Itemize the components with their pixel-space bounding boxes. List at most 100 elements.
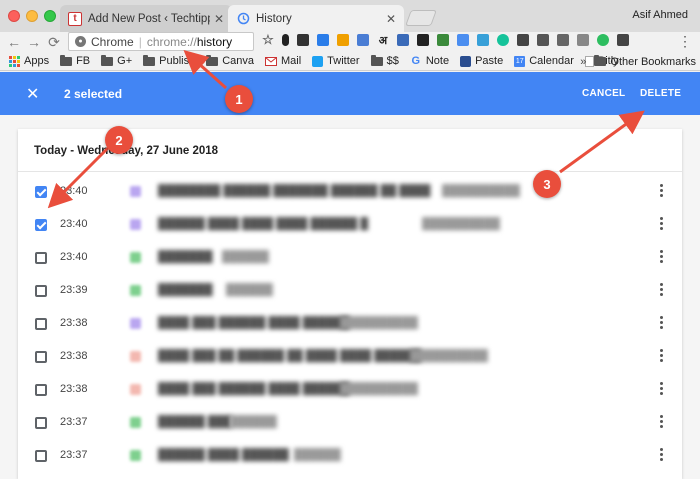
visit-title-blurred[interactable]: ██████ ████ ████ ████ ██████ █ [158, 218, 368, 230]
layers-extension-icon[interactable] [417, 34, 429, 46]
clear-selection-icon[interactable]: ✕ [26, 84, 39, 104]
site-favicon-icon [130, 384, 141, 395]
history-row[interactable]: 23:40 ██████ ████ ████ ████ ██████ █ ███… [18, 209, 682, 242]
reload-icon[interactable]: ⟳ [44, 32, 64, 52]
bookmark-note[interactable]: G Note [410, 55, 450, 67]
close-tab-icon[interactable]: ✕ [214, 12, 224, 26]
bookmark-apps[interactable]: Apps [8, 55, 49, 67]
leaf-extension-icon[interactable] [437, 34, 449, 46]
new-tab-button[interactable] [405, 10, 437, 26]
bookmark-money[interactable]: $$ [370, 54, 399, 67]
url-scheme: chrome:// [146, 34, 197, 49]
microphone-icon[interactable] [282, 34, 289, 46]
row-checkbox[interactable] [35, 219, 47, 231]
more-actions-icon[interactable] [658, 415, 664, 430]
history-row[interactable]: 23:38 ████ ███ ██████ ████ ██████ ██████… [18, 308, 682, 341]
row-checkbox[interactable] [35, 384, 47, 396]
row-checkbox[interactable] [35, 351, 47, 363]
bookmark-fb[interactable]: FB [60, 54, 91, 67]
bookmark-publish[interactable]: Publish [143, 54, 196, 67]
visit-title-blurred[interactable]: ██████ ████ ██████ [158, 449, 289, 461]
more-actions-icon[interactable] [658, 184, 664, 199]
visit-title-blurred[interactable]: ███████ [158, 284, 213, 296]
row-checkbox[interactable] [35, 450, 47, 462]
visit-title-blurred[interactable]: ███████ [158, 251, 213, 263]
visit-domain-blurred: ██████ [230, 416, 277, 428]
bookmark-label: FB [76, 55, 91, 67]
more-actions-icon[interactable] [658, 349, 664, 364]
megaphone-icon[interactable] [297, 34, 309, 46]
pencil-extension-icon[interactable] [317, 34, 329, 46]
bookmark-extension-icon[interactable] [517, 34, 529, 46]
site-favicon-icon [130, 318, 141, 329]
google-icon: G [411, 55, 421, 67]
history-row[interactable]: 23:37 ██████ ████ ██████ ██████ [18, 440, 682, 473]
bookmark-other[interactable]: Other Bookmarks [594, 55, 696, 68]
tab-history[interactable]: History ✕ [228, 5, 404, 32]
history-row[interactable]: 23:37 ██████ ███ ██████ [18, 407, 682, 440]
evernote-icon[interactable] [597, 34, 609, 46]
zoom-window-button[interactable] [44, 10, 56, 22]
back-arrow-icon[interactable]: ← [4, 32, 24, 52]
close-tab-icon[interactable]: ✕ [386, 12, 396, 26]
ruler-extension-icon[interactable] [337, 34, 349, 46]
divider [18, 171, 682, 172]
more-actions-icon[interactable] [658, 283, 664, 298]
history-row[interactable]: 23:38 ████ ███ ██ ██████ ██ ████ ████ ██… [18, 341, 682, 374]
pocket-icon[interactable] [537, 34, 549, 46]
visit-title-blurred[interactable]: ████ ███ ██████ ████ ██████ [158, 383, 349, 395]
forward-arrow-icon[interactable]: → [24, 32, 44, 52]
hindi-input-icon[interactable]: अ [377, 34, 389, 47]
visit-title-blurred[interactable]: ████████ ██████ ███████ ██████ ██ ████ [158, 185, 430, 197]
history-row[interactable]: 23:40 ████████ ██████ ███████ ██████ ██ … [18, 176, 682, 209]
bookmark-paste[interactable]: Paste [460, 55, 503, 67]
visit-time: 23:38 [60, 383, 88, 395]
cancel-button[interactable]: CANCEL [582, 88, 625, 99]
check-extension-icon[interactable] [477, 34, 489, 46]
more-actions-icon[interactable] [658, 250, 664, 265]
profile-name[interactable]: Asif Ahmed [632, 9, 688, 21]
minimize-window-button[interactable] [26, 10, 38, 22]
more-actions-icon[interactable] [658, 448, 664, 463]
visit-title-blurred[interactable]: ██████ ███ [158, 416, 231, 428]
chrome-menu-icon[interactable]: ⋮ [678, 34, 692, 48]
shield-extension-icon[interactable] [557, 34, 569, 46]
tab-add-new-post[interactable]: t Add New Post ‹ Techtippr — W ✕ [60, 5, 232, 32]
visit-title-blurred[interactable]: ████ ███ ██████ ████ ██████ [158, 317, 349, 329]
folder-icon [60, 54, 73, 66]
search-extension-icon[interactable] [397, 34, 409, 46]
address-bar[interactable]: ● Chrome | chrome:// history [68, 32, 254, 51]
more-actions-icon[interactable] [658, 316, 664, 331]
bookmark-label: Publish [159, 55, 196, 67]
history-row[interactable]: 23:38 ████ ███ ██████ ████ ██████ ██████… [18, 374, 682, 407]
row-checkbox[interactable] [35, 318, 47, 330]
chrome-info-icon[interactable]: ● [75, 36, 86, 47]
visit-title-blurred[interactable]: ████ ███ ██ ██████ ██ ████ ████ ██████ [158, 350, 421, 362]
bookmark-label: Paste [475, 55, 504, 67]
site-favicon-icon [130, 450, 141, 461]
bookmark-calendar[interactable]: 17 Calendar [514, 55, 574, 67]
star-bookmark-icon[interactable]: ☆ [262, 32, 274, 47]
sliders-extension-icon[interactable] [617, 34, 629, 46]
more-actions-icon[interactable] [658, 382, 664, 397]
row-checkbox[interactable] [35, 186, 47, 198]
delete-button[interactable]: DELETE [640, 88, 681, 99]
bookmarks-overflow-icon[interactable]: » [580, 56, 586, 68]
grammarly-icon[interactable] [497, 34, 509, 46]
row-checkbox[interactable] [35, 285, 47, 297]
puzzle-extension-icon[interactable] [577, 34, 589, 46]
history-row[interactable]: 23:40 ███████ ██████ [18, 242, 682, 275]
row-checkbox[interactable] [35, 252, 47, 264]
translate-icon[interactable] [357, 34, 369, 46]
tab-title: History [256, 12, 292, 25]
visit-domain-blurred: ██████████ [410, 350, 488, 362]
bookmark-twitter[interactable]: Twitter [312, 55, 360, 67]
bookmark-gplus[interactable]: G+ [101, 54, 132, 67]
bookmark-mail[interactable]: Mail [265, 55, 301, 67]
row-checkbox[interactable] [35, 417, 47, 429]
analytics-extension-icon[interactable] [457, 34, 469, 46]
bookmark-canva[interactable]: Canva [206, 54, 254, 67]
more-actions-icon[interactable] [658, 217, 664, 232]
close-window-button[interactable] [8, 10, 20, 22]
history-row[interactable]: 23:39 ███████ ██████ [18, 275, 682, 308]
